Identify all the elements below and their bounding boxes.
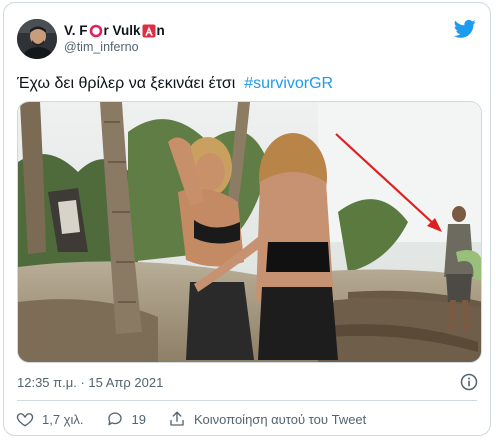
tweet-timestamp[interactable]: 12:35 π.μ. · 15 Απρ 2021 [17,374,163,392]
like-count: 1,7 χιλ. [42,411,84,427]
hashtag-link[interactable]: #survivorGR [244,75,333,92]
tweet-card[interactable]: V. F r Vulk n @tim_inferno Έχω δει θρίλε… [3,2,491,436]
display-name-part: V. F [64,23,88,38]
user-handle[interactable]: @tim_inferno [64,39,165,56]
share-icon [170,411,184,426]
display-name-part: n [156,23,165,38]
tweet-actions: 1,7 χιλ. 19 Κοινοποίηση αυτού του Tweet [16,408,366,430]
tweet-media-image[interactable] [17,101,482,363]
display-name-part: r Vulk [103,23,141,38]
author-info: V. F r Vulk n @tim_inferno [64,22,165,56]
display-name[interactable]: V. F r Vulk n [64,22,165,39]
heart-icon [16,413,34,427]
share-button[interactable]: Κοινοποίηση αυτού του Tweet [168,410,366,428]
a-button-icon [142,24,156,37]
reply-button[interactable]: 19 [106,410,146,428]
twitter-logo-icon[interactable] [454,19,476,39]
info-icon[interactable] [460,373,478,391]
reply-icon [107,412,122,426]
divider [17,400,477,401]
tweet-body: Έχω δει θρίλερ να ξεκινάει έτσι [17,75,236,92]
avatar[interactable] [17,19,57,59]
like-button[interactable]: 1,7 χιλ. [16,410,84,428]
reply-count: 19 [131,411,146,427]
heavy-circle-icon [89,24,102,37]
share-label: Κοινοποίηση αυτού του Tweet [193,411,367,427]
tweet-text: Έχω δει θρίλερ να ξεκινάει έτσι #survivo… [17,73,333,95]
